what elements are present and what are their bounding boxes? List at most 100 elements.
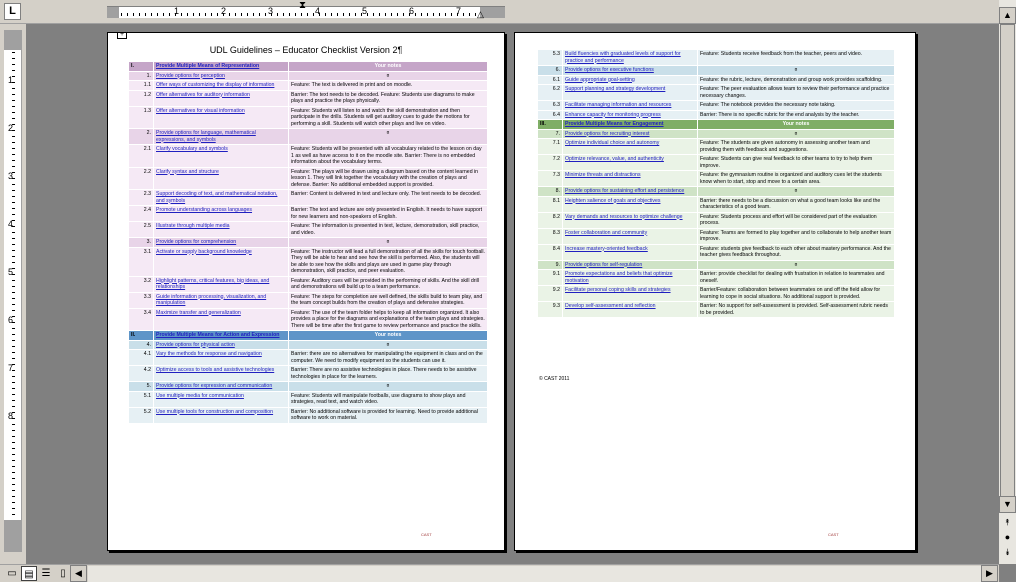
table-row[interactable]: 3.4 Maximize transfer and generalization F… — [128, 307, 488, 331]
guideline-cell[interactable]: Foster collaboration and community — [562, 227, 698, 245]
guideline-link[interactable]: Provide options for sustaining effort an… — [565, 188, 684, 194]
table-row[interactable]: 2. Provide options for language, mathemat… — [128, 128, 488, 145]
notes-cell[interactable]: Feature: The text is delivered in print … — [288, 80, 488, 91]
checklist-table[interactable]: 5.3 Build fluencies with graduated levels… — [537, 49, 895, 318]
table-row[interactable]: 8.4 Increase mastery-oriented feedback Fea… — [537, 243, 895, 261]
notes-cell[interactable]: Feature: Students can give real feedback… — [697, 154, 895, 171]
notes-cell[interactable]: ¤ — [288, 339, 488, 350]
notes-cell[interactable]: ¤ — [288, 237, 488, 248]
horizontal-ruler[interactable]: L 1 2 3 4 5 6 7 ⧗ △ — [0, 0, 1016, 24]
table-row[interactable]: 1.3 Offer alternatives for visual informa… — [128, 105, 488, 129]
guideline-link[interactable]: Facilitate managing information and reso… — [565, 102, 671, 108]
notes-cell[interactable]: Barrier: No additional software is provi… — [288, 406, 488, 424]
guideline-cell[interactable]: Vary demands and resources to optimize c… — [562, 211, 698, 229]
notes-cell[interactable]: ¤ — [697, 65, 895, 76]
outline-view-icon[interactable]: ☰ — [38, 566, 54, 581]
guideline-link[interactable]: Use multiple media for communication — [156, 393, 244, 399]
guideline-cell[interactable]: Provide options for comprehension — [153, 237, 289, 248]
guideline-cell[interactable]: Facilitate managing information and reso… — [562, 100, 698, 111]
scroll-thumb[interactable] — [1000, 24, 1015, 498]
next-page-icon[interactable]: ⯯ — [999, 545, 1016, 562]
guideline-link[interactable]: Guide appropriate goal-setting — [565, 77, 635, 83]
guideline-cell[interactable]: Offer ways of customizing the display of… — [153, 80, 289, 91]
notes-cell[interactable]: ¤ — [288, 70, 488, 81]
table-row[interactable]: 9.3 Develop self-assessment and reflectio… — [537, 301, 895, 318]
guideline-link[interactable]: Vary demands and resources to optimize c… — [565, 214, 683, 220]
table-row[interactable]: 6.1 Guide appropriate goal-setting Feature… — [537, 74, 895, 85]
scroll-right-button[interactable]: ▶ — [981, 565, 998, 582]
guideline-cell[interactable]: Provide options for expression and commu… — [153, 381, 289, 392]
table-move-handle-icon[interactable]: + — [117, 33, 127, 39]
guideline-link[interactable]: Provide options for expression and commu… — [156, 383, 272, 389]
guideline-link[interactable]: Foster collaboration and community — [565, 230, 647, 236]
notes-cell[interactable]: Feature: Students will manipulate footba… — [288, 390, 488, 408]
guideline-cell[interactable]: Heighten salience of goals and objective… — [562, 195, 698, 213]
guideline-link[interactable]: Enhance capacity for monitoring progress — [565, 112, 661, 118]
guideline-cell[interactable]: Promote expectations and beliefs that op… — [562, 269, 698, 286]
normal-view-icon[interactable]: ▭ — [4, 566, 20, 581]
notes-cell[interactable]: Feature: Students process and effort wil… — [697, 211, 895, 229]
table-row[interactable]: 3.1 Activate or supply background knowled… — [128, 246, 488, 277]
table-row[interactable]: 8.2 Vary demands and resources to optimiz… — [537, 211, 895, 229]
guideline-cell[interactable]: Promote understanding across languages — [153, 205, 289, 222]
notes-cell[interactable]: Barrier: provide checklist for dealing w… — [697, 269, 895, 286]
guideline-link[interactable]: Provide options for comprehension — [156, 239, 236, 245]
guideline-link[interactable]: Highlight patterns, critical features, b… — [156, 278, 269, 291]
guideline-cell[interactable]: Provide Multiple Means of Representation — [153, 61, 289, 72]
guideline-cell[interactable]: Develop self-assessment and reflection — [562, 301, 698, 318]
guideline-link[interactable]: Use multiple tools for construction and … — [156, 409, 273, 415]
table-row[interactable]: 1. Provide options for perception ¤ — [128, 70, 488, 81]
table-row[interactable]: 5.2 Use multiple tools for construction a… — [128, 406, 488, 424]
guideline-link[interactable]: Clarify syntax and structure — [156, 169, 219, 175]
notes-cell[interactable]: Feature: The information is presented in… — [288, 221, 488, 238]
notes-cell[interactable]: Feature: The steps for completion are we… — [288, 291, 488, 309]
guideline-cell[interactable]: Vary the methods for response and naviga… — [153, 349, 289, 366]
guideline-link[interactable]: Guide information processing, visualizat… — [156, 294, 266, 307]
guideline-cell[interactable]: Use multiple media for communication — [153, 390, 289, 408]
guideline-cell[interactable]: Offer alternatives for visual informatio… — [153, 105, 289, 129]
guideline-link[interactable]: Promote understanding across languages — [156, 207, 252, 213]
scroll-up-button[interactable]: ▲ — [999, 7, 1016, 24]
guideline-cell[interactable]: Provide options for physical action — [153, 339, 289, 350]
horizontal-scrollbar[interactable] — [88, 566, 996, 582]
table-row[interactable]: 9.1 Promote expectations and beliefs that… — [537, 269, 895, 286]
guideline-cell[interactable]: Facilitate personal coping skills and st… — [562, 285, 698, 302]
guideline-link[interactable]: Offer alternatives for visual informatio… — [156, 108, 245, 114]
table-row[interactable]: 5.3 Build fluencies with graduated levels… — [537, 49, 895, 66]
table-row[interactable]: 6.3 Facilitate managing information and r… — [537, 100, 895, 111]
guideline-cell[interactable]: Increase mastery-oriented feedback — [562, 243, 698, 261]
guideline-link[interactable]: Provide options for language, mathematic… — [156, 130, 256, 143]
guideline-cell[interactable]: Provide Multiple Means for Action and Ex… — [153, 330, 289, 341]
guideline-cell[interactable]: Maximize transfer and generalization — [153, 307, 289, 331]
notes-cell[interactable]: Feature: The notebook provides the neces… — [697, 100, 895, 111]
table-row[interactable]: 7. Provide options for recruiting interes… — [537, 128, 895, 139]
guideline-cell[interactable]: Minimize threats and distractions — [562, 170, 698, 187]
notes-cell[interactable]: ¤ — [697, 128, 895, 139]
table-row[interactable]: 2.5 Illustrate through multiple media Feat… — [128, 221, 488, 238]
notes-cell[interactable]: Barrier: there are no alternatives for m… — [288, 349, 488, 366]
notes-cell[interactable]: Barrier: there needs to be a discussion … — [697, 195, 895, 213]
ruler-bar[interactable]: 1 2 3 4 5 6 7 ⧗ △ — [107, 1, 505, 19]
guideline-link[interactable]: Offer alternatives for auditory informat… — [156, 92, 250, 98]
guideline-link[interactable]: Support decoding of text, and mathematic… — [156, 191, 277, 204]
document-page-2[interactable]: 5.3 Build fluencies with graduated levels… — [514, 32, 916, 551]
guideline-cell[interactable]: Provide options for perception — [153, 70, 289, 81]
indent-marker-icon[interactable]: ⧗ — [299, 1, 306, 11]
notes-cell[interactable]: ¤ — [697, 259, 895, 270]
notes-cell[interactable]: Feature: The students are given autonomy… — [697, 138, 895, 155]
guideline-link[interactable]: Provide Multiple Means of Representation — [156, 63, 259, 69]
table-row[interactable]: 2.3 Support decoding of text, and mathema… — [128, 189, 488, 206]
scroll-left-button[interactable]: ◀ — [70, 565, 87, 582]
guideline-link[interactable]: Provide options for perception — [156, 73, 225, 79]
guideline-cell[interactable]: Optimize relevance, value, and authentic… — [562, 154, 698, 171]
guideline-link[interactable]: Activate or supply background knowledge — [156, 249, 252, 255]
notes-cell[interactable]: Barrier: There is no specific rubric for… — [697, 109, 895, 120]
guideline-link[interactable]: Optimize relevance, value, and authentic… — [565, 156, 664, 162]
notes-cell[interactable]: ¤ — [288, 128, 488, 145]
table-row[interactable]: 8.3 Foster collaboration and community Fea… — [537, 227, 895, 245]
guideline-link[interactable]: Facilitate personal coping skills and st… — [565, 287, 671, 293]
table-row[interactable]: 3.2 Highlight patterns, critical features… — [128, 275, 488, 293]
table-row[interactable]: 2.2 Clarify syntax and structure Feature: … — [128, 166, 488, 190]
table-row[interactable]: 6. Provide options for executive function… — [537, 65, 895, 76]
guideline-link[interactable]: Provide options for recruiting interest — [565, 131, 649, 137]
